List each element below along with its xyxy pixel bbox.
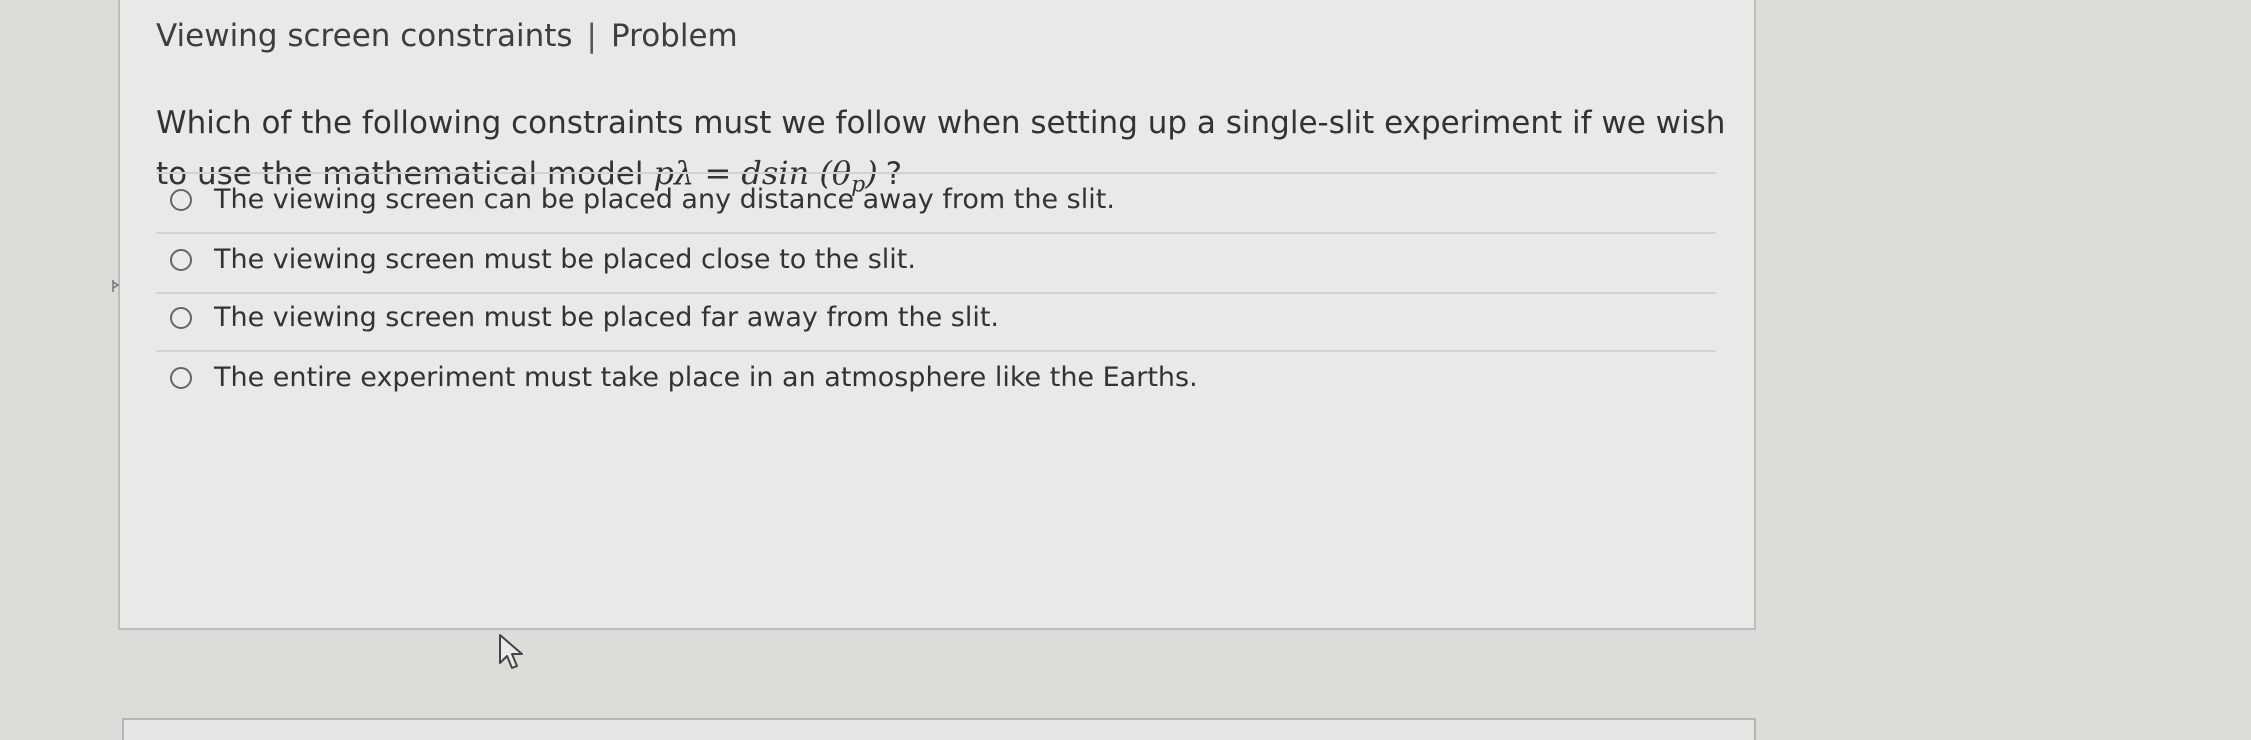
divider: [156, 232, 1716, 234]
question-title-main: Viewing screen constraints: [156, 18, 573, 54]
page: Viewing screen constraints | Problem Which…: [0, 0, 2251, 740]
mouse-pointer-icon: [499, 634, 523, 669]
next-question-card: [122, 718, 1756, 740]
radio-button-icon[interactable]: [170, 188, 192, 211]
radio-button-icon[interactable]: [170, 248, 192, 271]
answer-option-4[interactable]: The entire experiment must take place in…: [170, 362, 1198, 393]
answer-option-label: The viewing screen must be placed close …: [214, 244, 916, 275]
question-title-section: Problem: [611, 18, 738, 54]
question-title: Viewing screen constraints | Problem: [156, 18, 738, 54]
answer-option-3[interactable]: The viewing screen must be placed far aw…: [170, 302, 999, 333]
prompt-line-1: Which of the following constraints must …: [156, 105, 1726, 141]
answer-option-label: The entire experiment must take place in…: [214, 362, 1198, 393]
answer-option-1[interactable]: The viewing screen can be placed any dis…: [170, 184, 1115, 215]
answer-option-2[interactable]: The viewing screen must be placed close …: [170, 244, 916, 275]
answer-option-label: The viewing screen can be placed any dis…: [214, 184, 1115, 215]
divider: [156, 172, 1716, 174]
divider: [156, 292, 1716, 294]
title-separator: |: [586, 18, 597, 54]
stray-mark-icon: [112, 280, 120, 292]
answer-option-label: The viewing screen must be placed far aw…: [214, 302, 1000, 333]
radio-button-icon[interactable]: [170, 306, 192, 329]
radio-button-icon[interactable]: [170, 366, 192, 389]
divider: [156, 350, 1716, 352]
question-card: Viewing screen constraints | Problem Which…: [118, 0, 1756, 630]
